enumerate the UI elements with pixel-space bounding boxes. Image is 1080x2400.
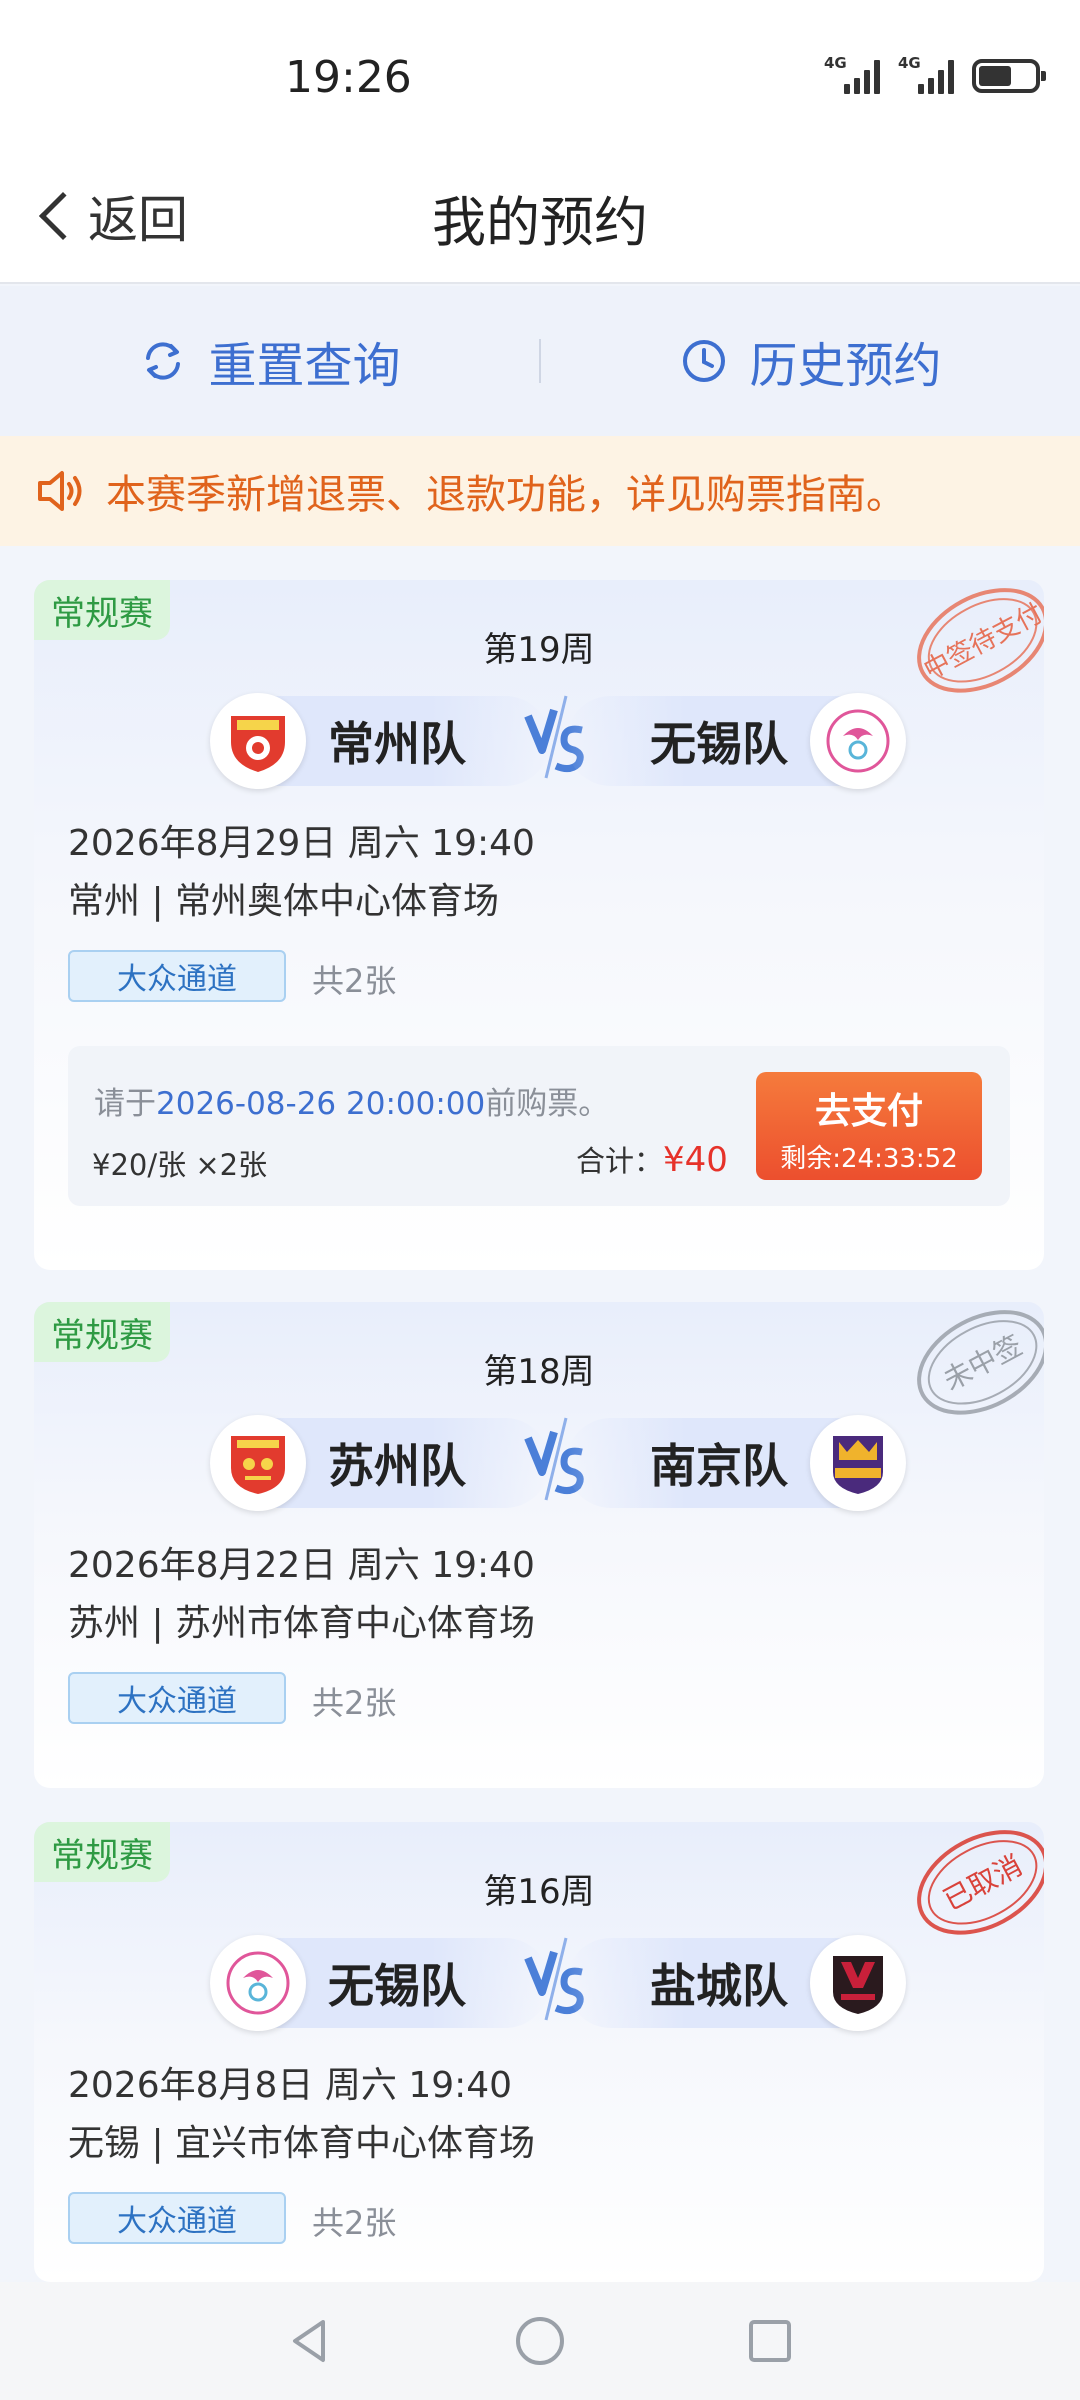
pay-button[interactable]: 去支付 剩余:24:33:52 <box>756 1072 982 1180</box>
nav-recent-button[interactable] <box>740 2311 800 2371</box>
yancheng-team-logo <box>810 1935 906 2031</box>
status-time: 19:26 <box>285 52 412 103</box>
home-team: 苏州队 <box>210 1415 550 1511</box>
away-team-name: 无锡队 <box>650 717 788 771</box>
notice-banner[interactable]: 本赛季新增退票、退款功能，详见购票指南。 <box>0 436 1080 546</box>
reset-query-button[interactable]: 重置查询 <box>0 326 539 396</box>
channel-badge: 大众通道 <box>68 2192 286 2244</box>
speaker-icon <box>38 471 82 511</box>
channel-badge: 大众通道 <box>68 950 286 1002</box>
suzhou-team-logo <box>210 1415 306 1511</box>
home-team-name: 苏州队 <box>328 1439 466 1493</box>
status-bar: 19:26 4G 4G <box>0 0 1080 150</box>
match-datetime: 2026年8月22日 周六 19:40 <box>68 1545 535 1586</box>
wuxi-team-logo <box>210 1935 306 2031</box>
match-venue: 无锡 | 宜兴市体育中心体育场 <box>68 2123 536 2164</box>
channel-badge: 大众通道 <box>68 1672 286 1724</box>
match-datetime: 2026年8月29日 周六 19:40 <box>68 823 535 864</box>
home-team: 常州队 <box>210 693 550 789</box>
away-team: 无锡队 <box>566 693 906 789</box>
pay-button-label: 去支付 <box>814 1091 923 1132</box>
system-nav-bar <box>0 2282 1080 2400</box>
payment-deadline: 2026-08-26 20:00:00 <box>156 1086 486 1122</box>
away-team-name: 盐城队 <box>650 1959 788 2013</box>
away-team: 盐城队 <box>566 1935 906 2031</box>
payment-total: 合计：¥40 <box>576 1140 728 1180</box>
reservation-card-3[interactable]: 常规赛 已取消 第16周 无锡队 盐城队 2026年8月8日 周六 19:40 … <box>34 1822 1044 2282</box>
history-button[interactable]: 历史预约 <box>541 326 1080 396</box>
away-team-name: 南京队 <box>650 1439 788 1493</box>
circle-home-icon <box>516 2317 564 2365</box>
match-week: 第18周 <box>483 1352 595 1392</box>
reservation-card-1[interactable]: 常规赛 中签待支付 第19周 常州队 无锡队 2026年8月29日 周六 19:… <box>34 580 1044 1270</box>
history-label: 历史预约 <box>749 338 942 394</box>
reset-query-label: 重置查询 <box>208 338 401 394</box>
payment-note: 请于2026-08-26 20:00:00前购票。 <box>94 1086 610 1122</box>
ticket-count: 共2张 <box>312 1684 397 1722</box>
nanjing-team-logo <box>810 1415 906 1511</box>
total-amount: ¥40 <box>663 1140 728 1180</box>
match-venue: 常州 | 常州奥体中心体育场 <box>68 881 500 922</box>
ticket-count: 共2张 <box>312 2204 397 2242</box>
refresh-icon <box>146 342 181 380</box>
match-week: 第16周 <box>483 1872 595 1912</box>
clock-icon <box>683 340 726 382</box>
triangle-back-icon <box>293 2320 325 2362</box>
battery-fill <box>979 66 1012 86</box>
payment-box: 请于2026-08-26 20:00:00前购票。 ¥20/张 ×2张 合计：¥… <box>68 1046 1010 1206</box>
action-bar: 重置查询 历史预约 <box>0 286 1080 436</box>
reservation-card-2[interactable]: 常规赛 未中签 第18周 苏州队 南京队 2026年8月22日 周六 19:40… <box>34 1302 1044 1788</box>
signal-icon-1: 4G <box>824 54 880 94</box>
match-datetime: 2026年8月8日 周六 19:40 <box>68 2065 513 2106</box>
nav-home-button[interactable] <box>510 2311 570 2371</box>
unit-price: ¥20/张 ×2张 <box>92 1148 268 1182</box>
battery-icon <box>972 59 1046 93</box>
ticket-count: 共2张 <box>312 962 397 1000</box>
page-title: 我的预约 <box>432 191 648 254</box>
status-icons: 4G 4G <box>824 54 1046 94</box>
match-week: 第19周 <box>483 630 595 670</box>
pay-remaining-time: 剩余:24:33:52 <box>780 1144 958 1174</box>
app-header: 返回 我的预约 <box>0 150 1080 284</box>
nav-back-button[interactable] <box>280 2311 340 2371</box>
square-recent-icon <box>749 2320 791 2362</box>
home-team: 无锡队 <box>210 1935 550 2031</box>
match-venue: 苏州 | 苏州市体育中心体育场 <box>68 1603 536 1644</box>
home-team-name: 常州队 <box>328 717 466 771</box>
home-team-name: 无锡队 <box>328 1959 466 2013</box>
away-team: 南京队 <box>566 1415 906 1511</box>
notice-text: 本赛季新增退票、退款功能，详见购票指南。 <box>106 472 906 518</box>
wuxi-team-logo <box>810 693 906 789</box>
changzhou-team-logo <box>210 693 306 789</box>
signal-icon-2: 4G <box>898 54 954 94</box>
